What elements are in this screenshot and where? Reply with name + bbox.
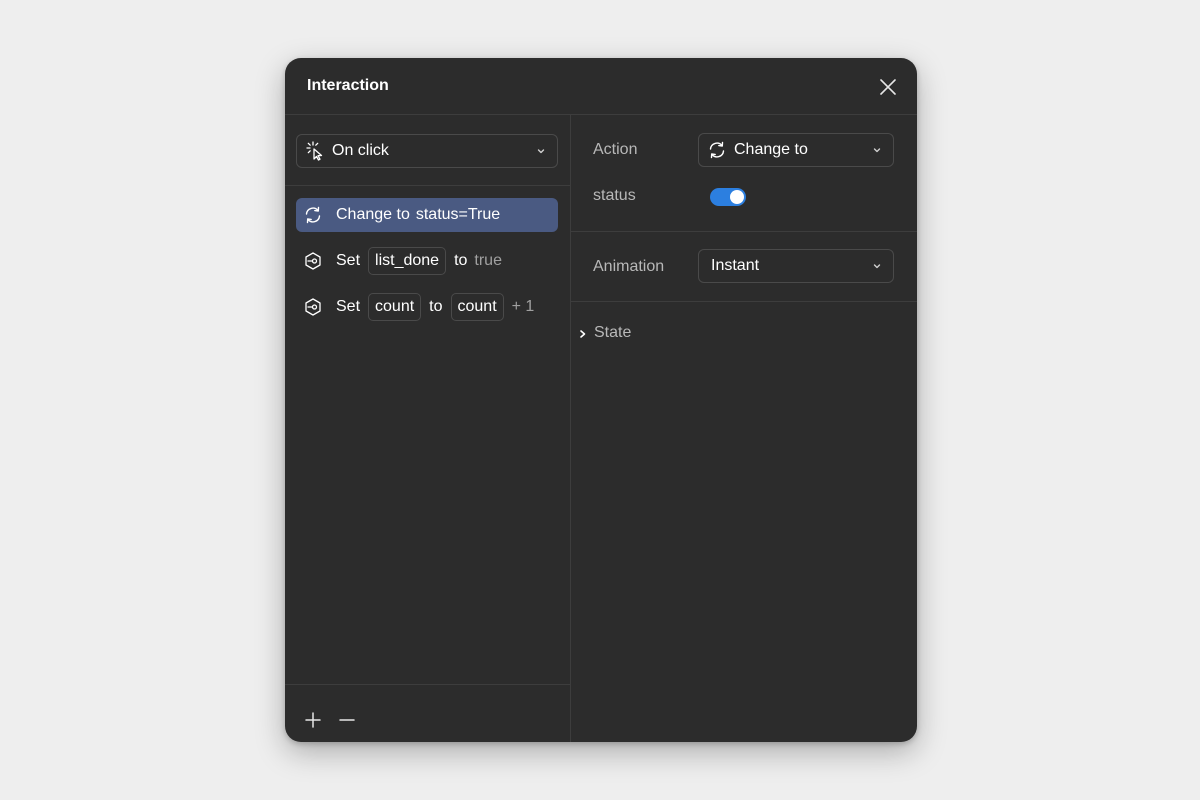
value-suffix: + 1: [511, 298, 535, 315]
action-select[interactable]: Change to: [698, 133, 894, 167]
chevron-down-icon: [871, 259, 883, 271]
state-label: State: [594, 324, 632, 341]
to-label: to: [429, 298, 443, 315]
animation-select[interactable]: Instant: [698, 249, 894, 283]
divider: [571, 301, 917, 302]
interaction-dialog: Interaction On click Change to status=Tr…: [285, 58, 917, 742]
animation-value: Instant: [711, 257, 760, 274]
action-target: status=True: [415, 206, 501, 223]
trigger-select[interactable]: On click: [296, 134, 558, 168]
state-section-toggle[interactable]: State: [578, 324, 631, 342]
animation-label: Animation: [593, 258, 665, 275]
divider: [571, 231, 917, 232]
value-text: true: [474, 252, 502, 269]
status-toggle[interactable]: [710, 188, 746, 206]
dialog-header: Interaction: [285, 58, 917, 115]
to-label: to: [454, 252, 468, 269]
action-row-set-list-done[interactable]: Set list_done to true: [296, 244, 558, 278]
action-label: Action: [593, 141, 638, 158]
actions-panel: On click Change to status=True Set list_…: [285, 115, 571, 742]
action-verb: Set: [336, 298, 361, 315]
action-verb: Change to: [336, 206, 410, 223]
chevron-down-icon: [535, 144, 547, 156]
variable-chip[interactable]: list_done: [368, 247, 447, 275]
value-chip[interactable]: count: [450, 293, 504, 321]
trigger-label: On click: [332, 142, 389, 159]
minus-icon[interactable]: [338, 711, 356, 729]
action-verb: Set: [336, 252, 361, 269]
status-label: status: [593, 187, 636, 204]
close-icon[interactable]: [877, 76, 899, 98]
chevron-down-icon: [871, 143, 883, 155]
tap-sparkle-icon: [305, 141, 325, 161]
refresh-icon: [707, 140, 727, 160]
action-row-change-to[interactable]: Change to status=True: [296, 198, 558, 232]
divider: [285, 684, 570, 685]
action-value: Change to: [734, 141, 808, 158]
dialog-title: Interaction: [307, 77, 389, 94]
refresh-icon: [303, 205, 323, 225]
chevron-right-icon: [578, 327, 588, 339]
plus-icon[interactable]: [304, 711, 322, 729]
panel-divider: [570, 115, 571, 742]
action-row-set-count[interactable]: Set count to count + 1: [296, 290, 558, 324]
divider: [285, 185, 570, 186]
variable-set-icon: [303, 251, 323, 271]
variable-set-icon: [303, 297, 323, 317]
variable-chip[interactable]: count: [368, 293, 422, 321]
toggle-knob: [730, 190, 744, 204]
